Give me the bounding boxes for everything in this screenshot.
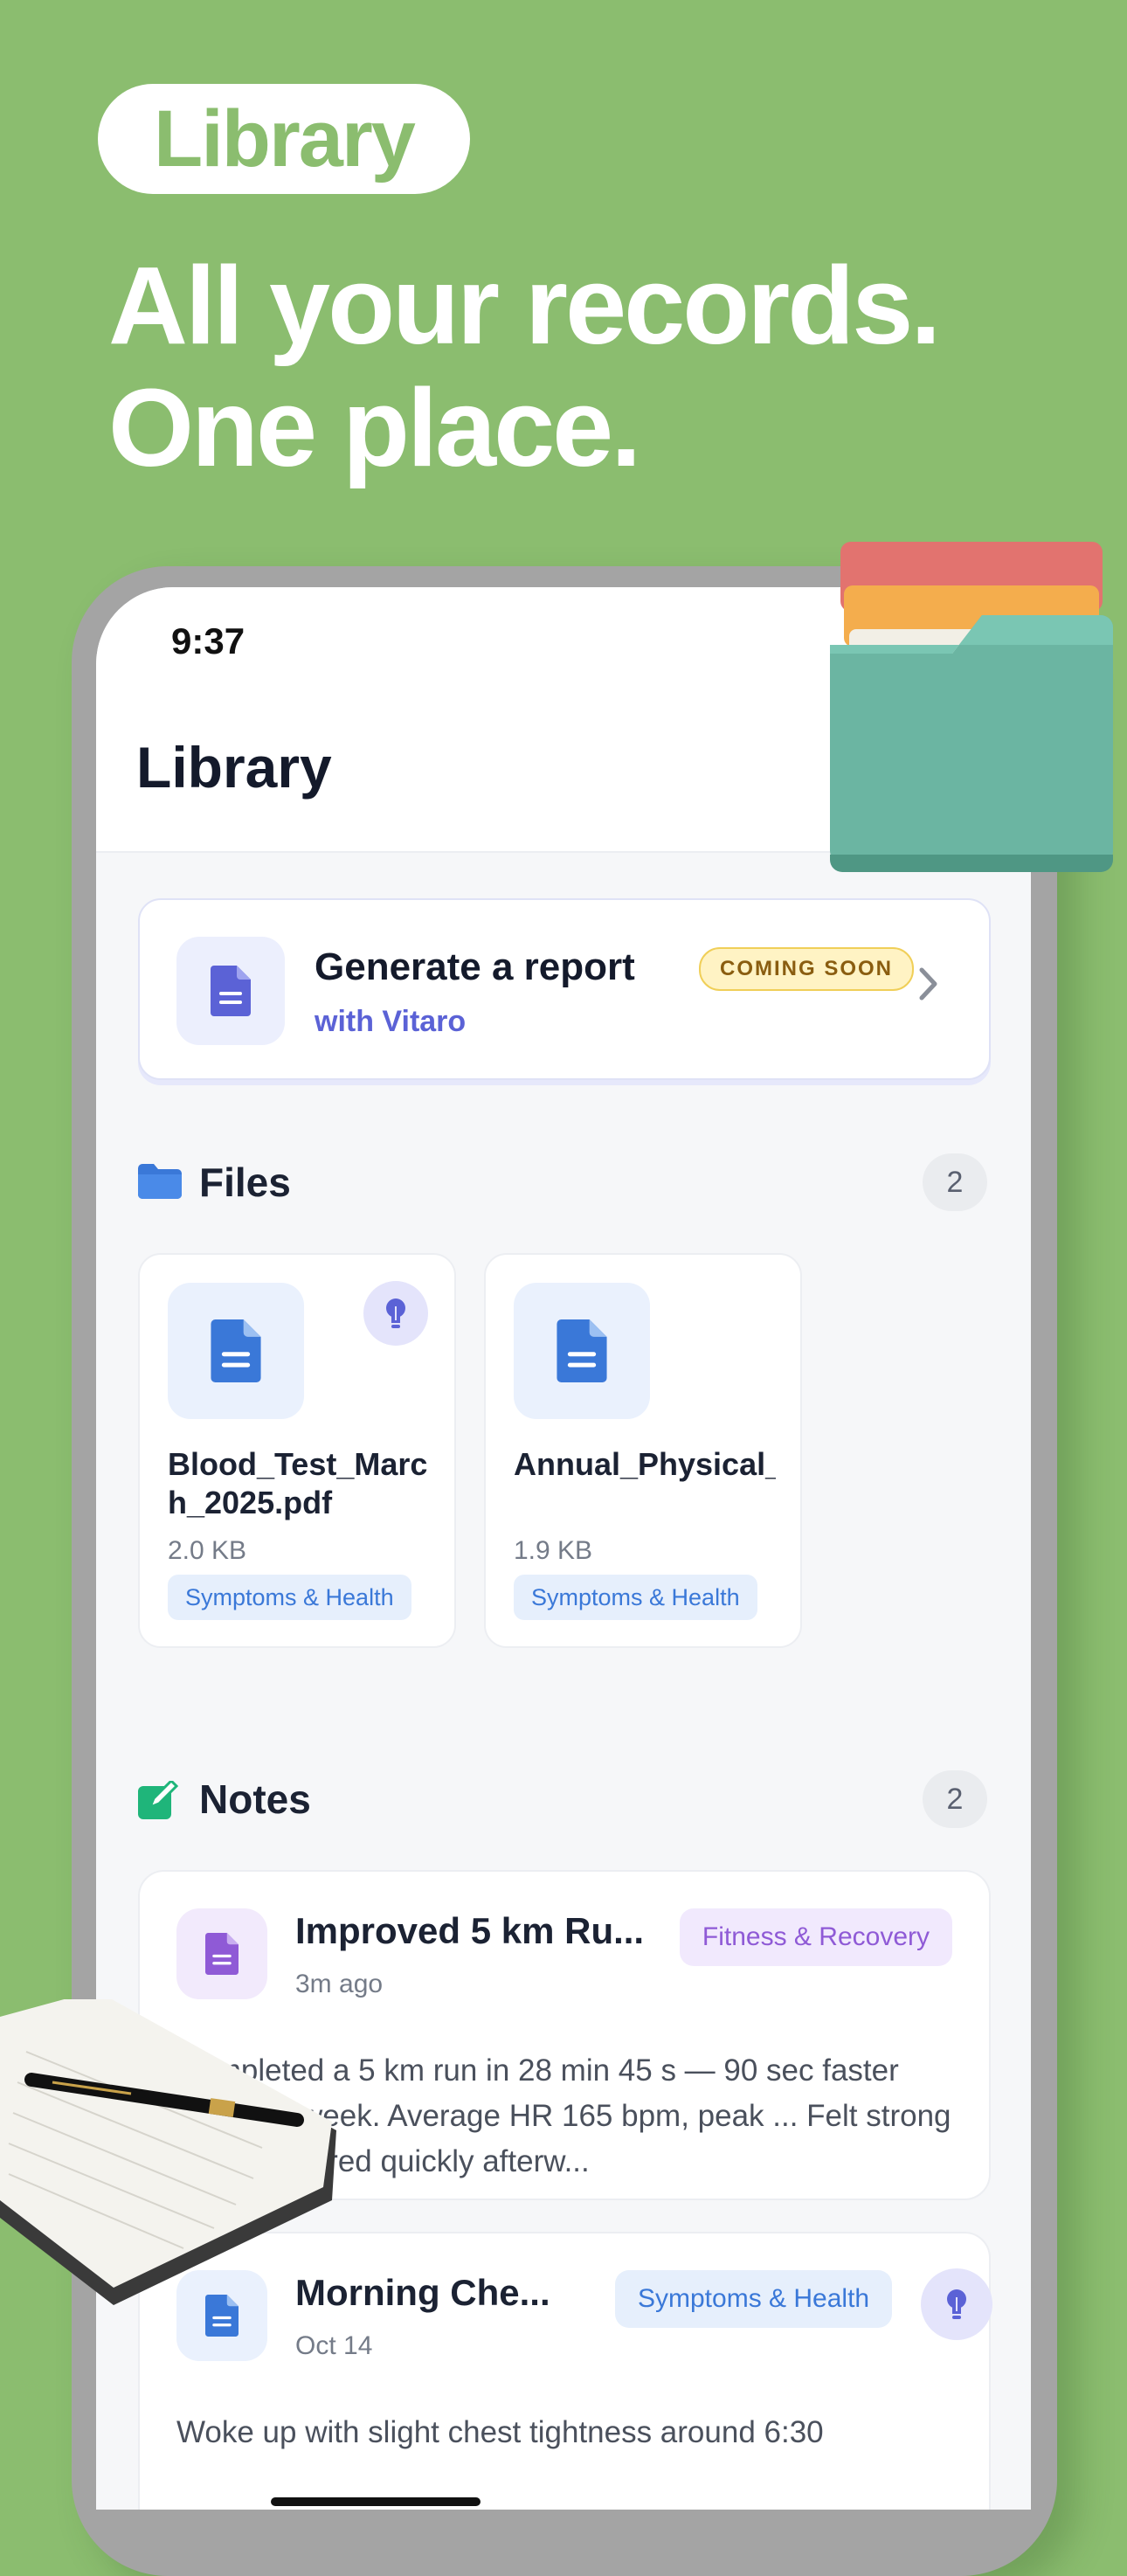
folder-icon [138,1164,182,1203]
note-body: Woke up with slight chest tightness arou… [176,2415,824,2449]
report-document-icon [176,937,285,1045]
file-size: 1.9 KB [514,1536,593,1565]
notebook-pen-illustration [0,1999,336,2305]
note-category-tag: Fitness & Recovery [679,1908,952,1966]
file-folder-illustration [830,542,1113,872]
notes-section-header: Notes 2 [138,1770,987,1832]
note-category-tag: Symptoms & Health [615,2270,893,2328]
headline: All your records. One place. [108,244,941,489]
file-category-tag: Symptoms & Health [514,1575,757,1620]
file-document-icon [168,1283,304,1419]
file-name: Blood_Test_March_2025.pdf [168,1446,428,1520]
file-category-tag: Symptoms & Health [168,1575,411,1620]
file-document-icon [514,1283,650,1419]
pill-label: Library [154,93,416,184]
insight-bulb-icon[interactable] [363,1281,428,1346]
files-section-header: Files 2 [138,1153,987,1215]
headline-line-1: All your records. [108,244,941,367]
files-label: Files [199,1160,291,1205]
note-document-icon [176,1908,267,1999]
notes-label: Notes [199,1776,311,1822]
home-indicator [271,2497,481,2506]
status-time: 9:37 [171,620,245,661]
note-title: Improved 5 km Ru... [295,1910,645,1951]
report-title: Generate a report [315,945,635,988]
generate-report-card[interactable]: Generate a report COMING SOON with Vitar… [138,898,991,1080]
headline-line-2: One place. [108,366,641,489]
notes-count: 2 [923,1770,987,1828]
insight-bulb-icon[interactable] [921,2268,992,2340]
note-time: Oct 14 [295,2331,373,2360]
library-pill: Library [98,84,470,194]
chevron-right-icon [917,966,940,1006]
report-subtitle: with Vitaro [315,1005,467,1038]
coming-soon-badge: COMING SOON [699,947,915,991]
note-time: 3m ago [295,1970,384,1998]
file-card[interactable]: Blood_Test_March_2025.pdf 2.0 KB Symptom… [138,1253,456,1648]
file-size: 2.0 KB [168,1536,247,1565]
note-edit-icon [138,1778,179,1824]
files-count: 2 [923,1153,987,1211]
page-title: Library [136,735,332,800]
file-card[interactable]: Annual_Physical_Report_2025... 1.9 KB Sy… [484,1253,802,1648]
file-name: Annual_Physical_Report_2025... [514,1446,776,1482]
